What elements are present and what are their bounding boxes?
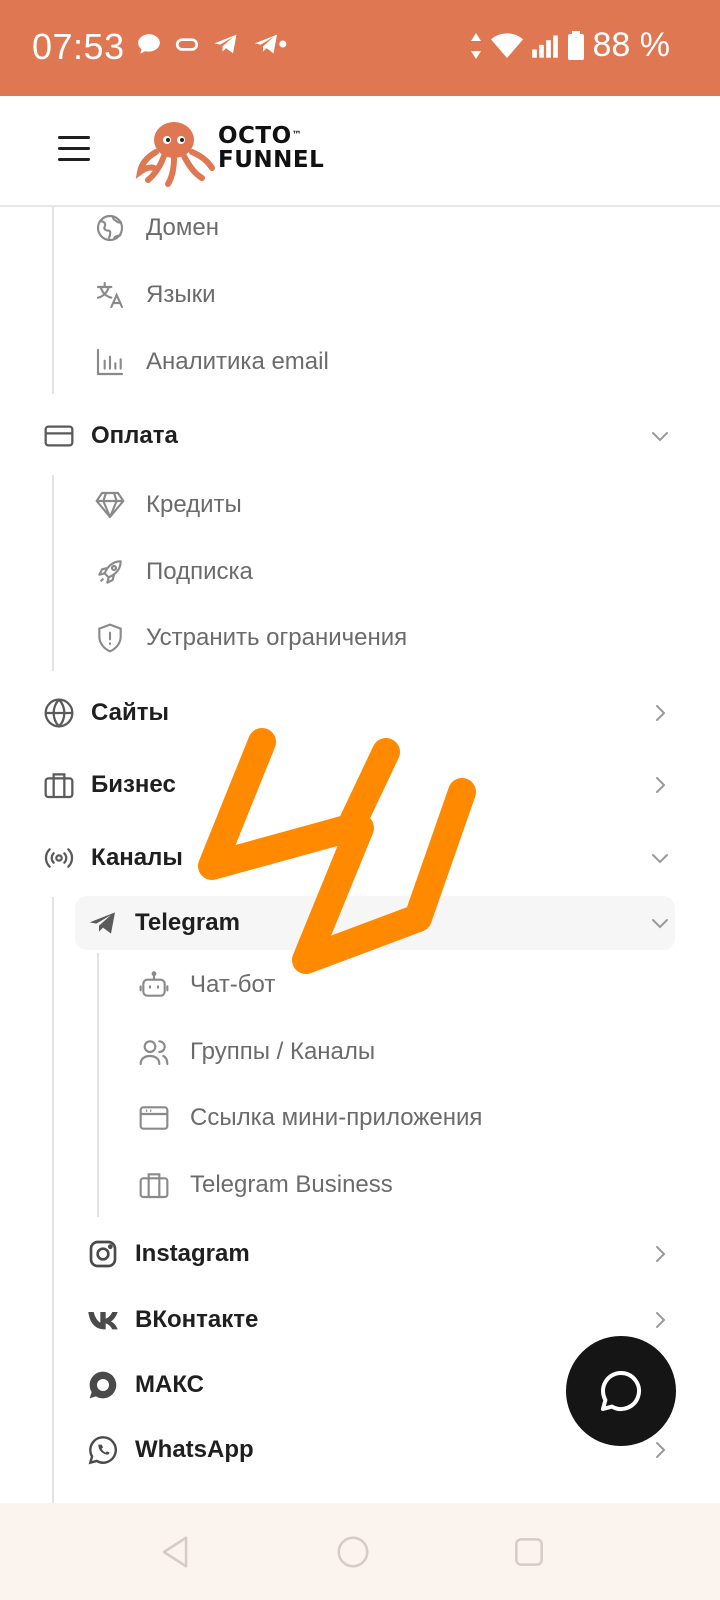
- menu-section-payment[interactable]: Оплата: [0, 406, 720, 466]
- side-menu: Домен Языки Аналитика email Оплата Креди…: [0, 207, 720, 1503]
- menu-item-label: Подписка: [146, 558, 253, 585]
- chevron-down-icon[interactable]: [648, 911, 672, 935]
- diamond-icon: [92, 487, 128, 523]
- menu-item-label: Аналитика email: [146, 348, 329, 375]
- menu-item-chatbot[interactable]: Чат-бот: [0, 955, 720, 1015]
- menu-item-mini-app-link[interactable]: Ссылка мини-приложения: [0, 1088, 720, 1148]
- telegram-alt-icon: [254, 34, 287, 54]
- menu-item-domain[interactable]: Домен: [0, 207, 720, 258]
- menu-item-groups-channels[interactable]: Группы / Каналы: [0, 1022, 720, 1082]
- menu-section-label: Сайты: [91, 699, 169, 726]
- menu-item-label: Чат-бот: [190, 971, 276, 998]
- vk-icon: [85, 1302, 121, 1338]
- menu-item-label: Telegram: [135, 909, 240, 936]
- app-header: OCTO™ FUNNEL: [0, 96, 720, 207]
- chevron-right-icon[interactable]: [648, 1438, 672, 1462]
- menu-item-label: Группы / Каналы: [190, 1038, 376, 1065]
- battery-icon: [567, 30, 584, 60]
- octopus-logo-icon: [136, 122, 215, 187]
- menu-section-label: Оплата: [91, 422, 178, 449]
- notification-icons: [136, 30, 288, 58]
- wifi-icon: [490, 32, 523, 58]
- menu-item-telegram-business[interactable]: Telegram Business: [0, 1155, 720, 1215]
- menu-section-business[interactable]: Бизнес: [0, 755, 720, 815]
- menu-item-telegram[interactable]: Telegram: [0, 893, 720, 953]
- home-icon[interactable]: [334, 1533, 372, 1571]
- menu-section-sites[interactable]: Сайты: [0, 683, 720, 743]
- globe-dots-icon: [92, 210, 128, 246]
- menu-item-label: ВКонтакте: [135, 1306, 259, 1333]
- briefcase-icon: [136, 1167, 172, 1203]
- instagram-icon: [85, 1236, 121, 1272]
- bar-chart-icon: [92, 344, 128, 380]
- logo-trademark: ™: [291, 130, 303, 141]
- chevron-right-icon[interactable]: [648, 1308, 672, 1332]
- globe-icon: [41, 695, 77, 731]
- back-icon[interactable]: [156, 1533, 194, 1571]
- data-arrows-icon: [470, 32, 481, 59]
- briefcase-icon: [41, 767, 77, 803]
- whatsapp-icon: [85, 1432, 121, 1468]
- signal-icon: [531, 35, 558, 58]
- menu-item-languages[interactable]: Языки: [0, 265, 720, 325]
- chevron-right-icon[interactable]: [648, 773, 672, 797]
- pill-icon: [175, 38, 199, 51]
- menu-item-label: Устранить ограничения: [146, 624, 408, 651]
- menu-item-remove-limits[interactable]: Устранить ограничения: [0, 608, 720, 668]
- users-icon: [136, 1034, 172, 1070]
- menu-section-channels[interactable]: Каналы: [0, 828, 720, 888]
- credit-card-icon: [41, 418, 77, 454]
- menu-item-label: WhatsApp: [135, 1436, 254, 1463]
- browser-window-icon: [136, 1100, 172, 1136]
- hamburger-line: [58, 147, 90, 150]
- system-status: 88 %: [469, 26, 671, 65]
- rocket-icon: [92, 554, 128, 590]
- hamburger-line: [58, 136, 90, 139]
- status-bar: 07:53 88 %: [0, 0, 720, 96]
- menu-item-label: Домен: [146, 214, 219, 241]
- telegram-icon: [85, 905, 121, 941]
- chat-bubble-icon: [601, 1371, 641, 1411]
- recents-icon[interactable]: [510, 1533, 548, 1571]
- menu-item-subscription[interactable]: Подписка: [0, 542, 720, 602]
- chevron-down-icon[interactable]: [648, 846, 672, 870]
- battery-percent: 88 %: [592, 26, 671, 64]
- menu-item-credits[interactable]: Кредиты: [0, 475, 720, 535]
- chat-bubble-icon: [138, 34, 160, 54]
- translate-icon: [92, 277, 128, 313]
- menu-item-instagram[interactable]: Instagram: [0, 1224, 720, 1284]
- status-time: 07:53: [32, 26, 125, 67]
- menu-item-label: Ссылка мини-приложения: [190, 1104, 483, 1131]
- logo-line1: OCTO: [218, 123, 292, 149]
- menu-item-label: МАКС: [135, 1371, 204, 1398]
- bot-icon: [136, 967, 172, 1003]
- chevron-down-icon[interactable]: [648, 424, 672, 448]
- menu-section-label: Бизнес: [91, 771, 176, 798]
- menu-toggle-button[interactable]: [58, 136, 90, 162]
- menu-item-email-analytics[interactable]: Аналитика email: [0, 332, 720, 392]
- logo-line2: FUNNEL: [218, 147, 325, 173]
- logo-wordmark: OCTO™ FUNNEL: [218, 124, 324, 172]
- broadcast-icon: [41, 840, 77, 876]
- menu-item-label: Telegram Business: [190, 1171, 393, 1198]
- menu-item-label: Кредиты: [146, 491, 242, 518]
- telegram-icon: [214, 34, 237, 54]
- menu-item-label: Языки: [146, 281, 216, 308]
- chat-support-button[interactable]: [566, 1336, 676, 1446]
- chevron-right-icon[interactable]: [648, 701, 672, 725]
- hamburger-line: [58, 158, 90, 161]
- system-nav-bar: [0, 1503, 720, 1600]
- menu-item-label: Instagram: [135, 1240, 250, 1267]
- max-messenger-icon: [85, 1367, 121, 1403]
- shield-alert-icon: [92, 620, 128, 656]
- octofunnel-logo[interactable]: OCTO™ FUNNEL: [136, 112, 336, 192]
- menu-section-label: Каналы: [91, 844, 183, 871]
- chevron-right-icon[interactable]: [648, 1242, 672, 1266]
